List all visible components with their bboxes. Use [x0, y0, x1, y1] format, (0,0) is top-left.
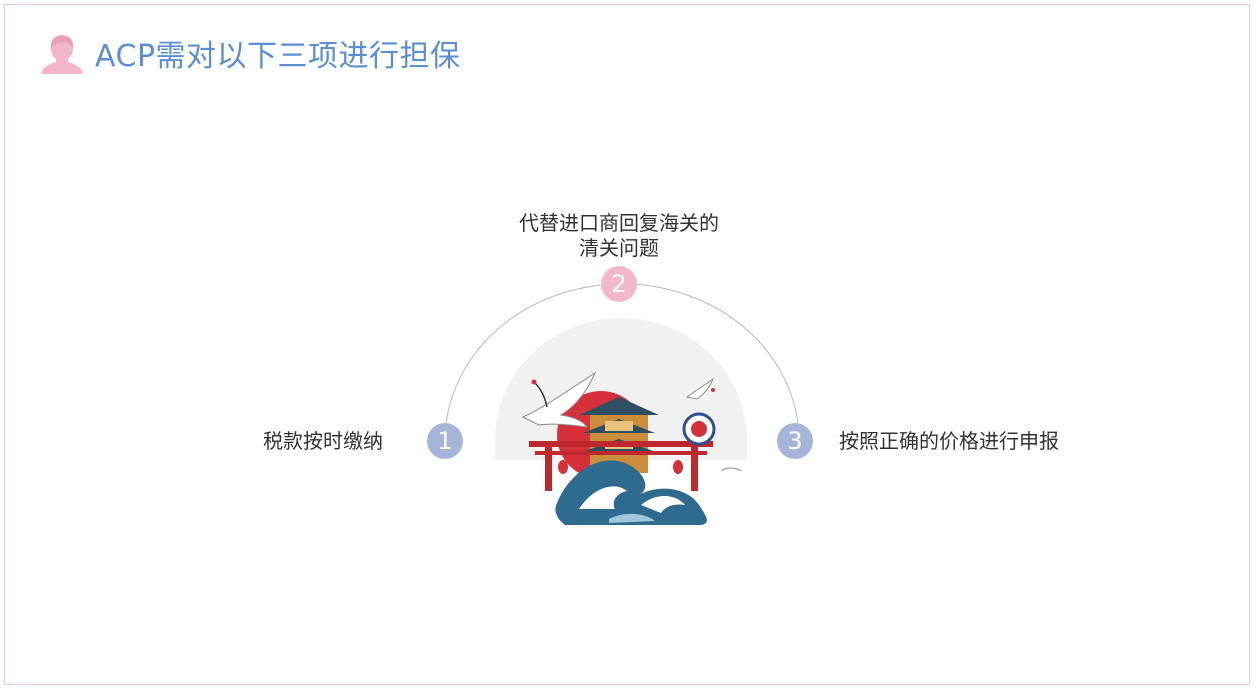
step-label-2-line1: 代替进口商回复海关的	[519, 211, 719, 235]
step-label-1: 税款按时缴纳	[263, 429, 383, 453]
step-number-2: 2	[611, 270, 627, 298]
step-label-3: 按照正确的价格进行申报	[839, 429, 1059, 453]
slide: ACP需对以下三项进行担保 1 2 3 税款按时缴纳 代替进口商回复海关的 清关…	[4, 4, 1250, 685]
step-label-2-line2: 清关问题	[579, 236, 659, 260]
japanese-pagoda-wave-illustration	[495, 318, 747, 525]
diagram	[427, 266, 813, 525]
step-number-1: 1	[437, 427, 453, 455]
step-label-2: 代替进口商回复海关的 清关问题	[499, 211, 739, 261]
step-number-3: 3	[787, 427, 803, 455]
